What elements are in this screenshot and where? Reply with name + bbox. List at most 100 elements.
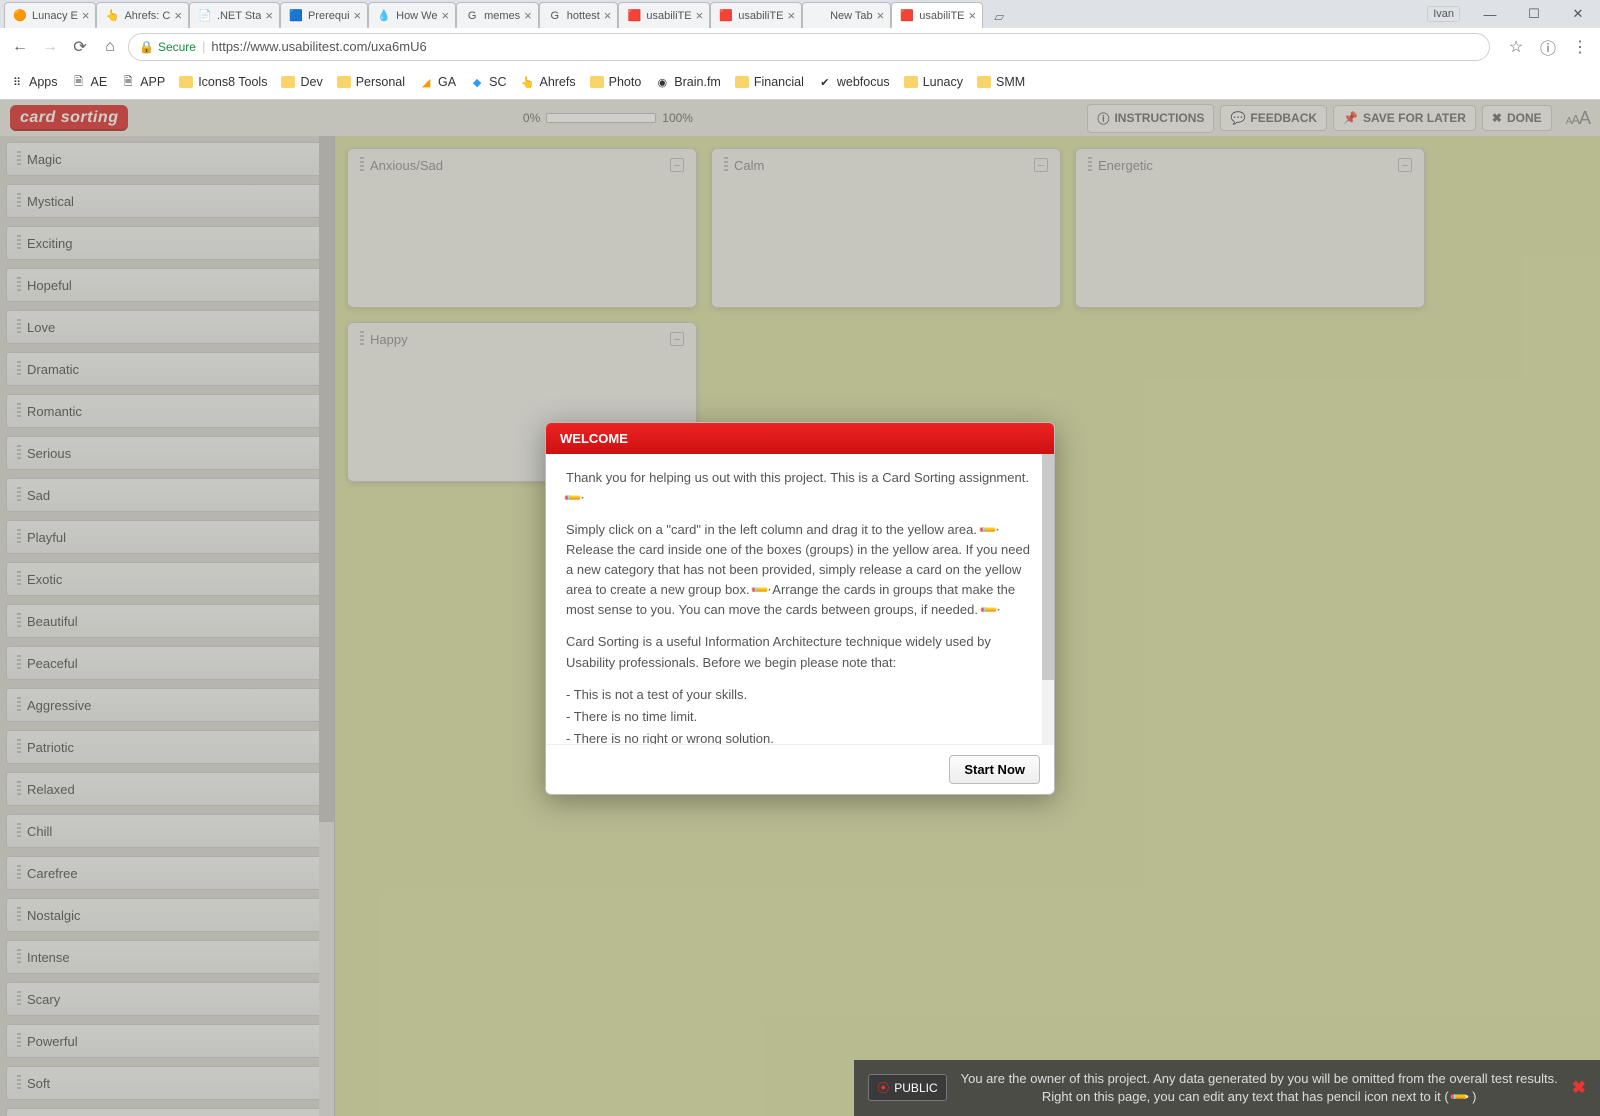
tab-close-icon[interactable]: × <box>524 8 532 23</box>
bookmark-item[interactable]: SMM <box>977 75 1025 89</box>
bookmark-label: Dev <box>300 75 322 89</box>
tab-close-icon[interactable]: × <box>354 8 362 23</box>
tab-strip: 🟠Lunacy E×👆Ahrefs: C×📄.NET Sta×🟦Prerequi… <box>0 0 1600 28</box>
start-now-button[interactable]: Start Now <box>949 755 1040 784</box>
close-window-button[interactable]: ✕ <box>1556 0 1600 28</box>
modal-footer: Start Now <box>546 744 1054 794</box>
tab-label: How We <box>396 10 437 22</box>
browser-tab[interactable]: 👆Ahrefs: C× <box>96 2 188 28</box>
bookmark-label: GA <box>438 75 456 89</box>
folder-icon <box>904 76 918 88</box>
apps-icon: ⠿ <box>10 75 24 89</box>
tab-close-icon[interactable]: × <box>82 8 90 23</box>
page-icon: 🗎 <box>121 75 135 89</box>
modal-body: Thank you for helping us out with this p… <box>546 454 1054 744</box>
ahrefs-icon: 👆 <box>520 75 534 89</box>
tab-close-icon[interactable]: × <box>604 8 612 23</box>
address-bar: ← → ⟳ ⌂ 🔒 Secure | https://www.usabilite… <box>0 28 1600 65</box>
browser-tab[interactable]: 💧 How We × <box>368 2 456 28</box>
modal-scrollbar-track[interactable] <box>1042 454 1054 744</box>
bookmark-item[interactable]: ◢GA <box>419 75 456 89</box>
bookmark-label: Ahrefs <box>539 75 575 89</box>
shield-icon: ⦿ <box>877 1079 889 1096</box>
home-button[interactable]: ⌂ <box>98 35 122 59</box>
tab-favicon: 💧 <box>377 9 391 23</box>
bookmark-item[interactable]: Personal <box>337 75 405 89</box>
profile-badge[interactable]: Ivan <box>1427 6 1460 22</box>
reload-button[interactable]: ⟳ <box>68 35 92 59</box>
banner-close-button[interactable]: ✖ <box>1572 1078 1586 1098</box>
bookmark-item[interactable]: 👆 Ahrefs <box>520 75 575 89</box>
new-tab-button[interactable]: ▱ <box>987 6 1011 28</box>
bookmark-item[interactable]: ◉Brain.fm <box>655 75 721 89</box>
back-button[interactable]: ← <box>8 35 32 59</box>
bookmark-label: Financial <box>754 75 804 89</box>
public-label: PUBLIC <box>894 1081 937 1095</box>
app-wrapper: card sorting 0% 100% ⓘINSTRUCTIONS 💬FEED… <box>0 100 1600 1116</box>
info-icon[interactable]: ⓘ <box>1536 35 1560 59</box>
browser-tab[interactable]: 📄 .NET Sta × <box>189 2 280 28</box>
browser-tab[interactable]: Gmemes× <box>456 2 539 28</box>
bookmark-label: Photo <box>609 75 642 89</box>
bookmark-item[interactable]: ✔webfocus <box>818 75 890 89</box>
minimize-button[interactable]: — <box>1468 0 1512 28</box>
bookmark-item[interactable]: 🗎AE <box>72 75 108 89</box>
tab-label: hottest <box>567 10 600 22</box>
folder-icon <box>590 76 604 88</box>
tab-close-icon[interactable]: × <box>969 8 977 23</box>
bookmark-item[interactable]: Lunacy <box>904 75 963 89</box>
bookmark-item[interactable]: Photo <box>590 75 642 89</box>
tab-label: New Tab <box>830 10 873 22</box>
tab-close-icon[interactable]: × <box>442 8 450 23</box>
owner-banner: ⦿ PUBLIC You are the owner of this proje… <box>854 1060 1600 1116</box>
bookmark-item[interactable]: Financial <box>735 75 804 89</box>
tab-label: usabiliTE <box>646 10 691 22</box>
tab-close-icon[interactable]: × <box>174 8 182 23</box>
forward-button[interactable]: → <box>38 35 62 59</box>
url-text: https://www.usabilitest.com/uxa6mU6 <box>211 39 426 54</box>
menu-button[interactable]: ⋮ <box>1568 35 1592 59</box>
tab-close-icon[interactable]: × <box>696 8 704 23</box>
bookmark-label: SMM <box>996 75 1025 89</box>
star-button[interactable]: ☆ <box>1504 35 1528 59</box>
tab-favicon: 🟥 <box>719 9 733 23</box>
bookmark-item[interactable]: 🗎APP <box>121 75 165 89</box>
tab-close-icon[interactable]: × <box>787 8 795 23</box>
pencil-icon: ✏️ <box>561 485 587 511</box>
maximize-button[interactable]: ☐ <box>1512 0 1556 28</box>
bookmark-label: Brain.fm <box>674 75 721 89</box>
browser-tab[interactable]: Ghottest× <box>539 2 619 28</box>
folder-icon <box>337 76 351 88</box>
bookmark-label: AE <box>91 75 108 89</box>
modal-p1: Thank you for helping us out with this p… <box>566 470 1029 485</box>
browser-tab[interactable]: 🟦Prerequi× <box>280 2 368 28</box>
modal-b1: - This is not a test of your skills. <box>566 685 1034 705</box>
bookmark-item[interactable]: ◆SC <box>470 75 506 89</box>
browser-tab[interactable]: 🟥 usabiliTE × <box>618 2 710 28</box>
tab-label: memes <box>484 10 520 22</box>
window-controls: Ivan — ☐ ✕ <box>1427 0 1600 28</box>
pencil-icon: ✏️ <box>977 598 1003 624</box>
tab-favicon <box>811 9 825 23</box>
browser-tab[interactable]: 🟥usabiliTE× <box>891 2 983 28</box>
tab-favicon: 📄 <box>198 9 212 23</box>
modal-b3: - There is no right or wrong solution. <box>566 729 1034 743</box>
browser-tab[interactable]: 🟥 usabiliTE × <box>710 2 802 28</box>
bookmarks-bar: ⠿Apps🗎AE🗎APPIcons8 ToolsDevPersonal◢GA◆S… <box>0 65 1600 99</box>
browser-chrome: 🟠Lunacy E×👆Ahrefs: C×📄.NET Sta×🟦Prerequi… <box>0 0 1600 100</box>
banner-line2a: Right on this page, you can edit any tex… <box>1042 1089 1452 1104</box>
modal-scrollbar-thumb[interactable] <box>1042 454 1054 680</box>
tab-close-icon[interactable]: × <box>877 8 885 23</box>
browser-tab[interactable]: New Tab × <box>802 2 891 28</box>
bookmark-item[interactable]: Icons8 Tools <box>179 75 267 89</box>
modal-p2a: Simply click on a "card" in the left col… <box>566 522 977 537</box>
tab-close-icon[interactable]: × <box>265 8 273 23</box>
tab-favicon: 🟥 <box>627 9 641 23</box>
browser-tab[interactable]: 🟠Lunacy E× <box>4 2 96 28</box>
bookmark-label: Lunacy <box>923 75 963 89</box>
url-bar[interactable]: 🔒 Secure | https://www.usabilitest.com/u… <box>128 33 1490 61</box>
bookmark-item[interactable]: Dev <box>281 75 322 89</box>
tab-label: usabiliTE <box>738 10 783 22</box>
bookmark-item[interactable]: ⠿Apps <box>10 75 58 89</box>
tab-label: .NET Sta <box>217 10 261 22</box>
